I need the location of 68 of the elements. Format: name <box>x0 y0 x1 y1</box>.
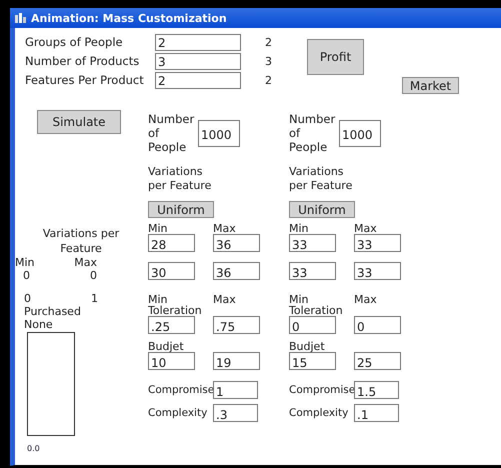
toleration-label: Toleration <box>289 305 343 316</box>
budget-label: Budjet <box>289 341 325 352</box>
purchased-value: None <box>24 318 54 331</box>
profit-button[interactable]: Profit <box>307 39 364 75</box>
toleration-min-field[interactable]: .25 <box>148 316 195 334</box>
max-label: Max <box>74 256 97 269</box>
window-title: Animation: Mass Customization <box>31 12 227 24</box>
parameter-field[interactable]: 2 <box>155 72 241 88</box>
compromise-label: Compromise <box>289 384 352 396</box>
toleration-label: Toleration <box>148 305 202 316</box>
compromise-label: Compromise <box>148 384 211 396</box>
distribution-button[interactable]: Uniform <box>148 201 214 218</box>
app-icon <box>15 13 27 23</box>
toleration-min-field[interactable]: 0 <box>289 316 336 334</box>
people-label: Number of People <box>148 112 196 154</box>
budget-label: Budjet <box>148 341 184 352</box>
parameter-reading: 2 <box>265 74 273 86</box>
max-label: Max <box>213 294 237 305</box>
market-button[interactable]: Market <box>402 77 459 94</box>
min-label: Min <box>15 256 35 269</box>
variation-max-field[interactable]: 33 <box>354 262 401 280</box>
axis-label: 0.0 <box>27 444 41 453</box>
people-field[interactable]: 1000 <box>198 120 240 146</box>
simulate-button[interactable]: Simulate <box>37 110 121 134</box>
variation-max-field[interactable]: 36 <box>213 262 260 280</box>
budget-max-field[interactable]: 25 <box>354 352 401 370</box>
parameter-label: Number of Products <box>25 54 140 68</box>
min-label: Min <box>289 223 310 234</box>
compromise-field[interactable]: 1.5 <box>354 381 399 399</box>
min-label: Min <box>148 294 168 305</box>
variation-min-field[interactable]: 33 <box>289 262 336 280</box>
budget-max-field[interactable]: 19 <box>213 352 260 370</box>
variations-label: Variations per Feature <box>148 165 212 193</box>
purchased-label: Purchased <box>24 305 82 318</box>
parameter-label: Groups of People <box>25 35 124 49</box>
variation-min-field[interactable]: 33 <box>289 234 336 252</box>
summary-heading: Variations per Feature <box>42 226 120 256</box>
complexity-field[interactable]: .3 <box>213 404 258 422</box>
max-label: Max <box>354 294 378 305</box>
variation-max-field[interactable]: 33 <box>354 234 401 252</box>
toleration-max-field[interactable]: 0 <box>354 316 401 334</box>
parameter-label: Features Per Product <box>25 73 145 87</box>
max-label: Max <box>354 223 378 234</box>
people-field[interactable]: 1000 <box>339 120 381 146</box>
max-label: Max <box>213 223 237 234</box>
people-label: Number of People <box>289 112 336 154</box>
min-value: 0 <box>23 269 30 282</box>
range-start: 0 <box>24 292 31 305</box>
min-label: Min <box>289 294 309 305</box>
variations-label: Variations per Feature <box>289 165 354 193</box>
max-value: 0 <box>90 269 97 282</box>
parameter-field[interactable]: 3 <box>155 52 241 70</box>
variation-max-field[interactable]: 36 <box>213 234 260 252</box>
variation-min-field[interactable]: 28 <box>148 234 195 252</box>
complexity-label: Complexity <box>148 407 208 419</box>
complexity-label: Complexity <box>289 407 350 419</box>
budget-min-field[interactable]: 10 <box>148 352 195 370</box>
budget-min-field[interactable]: 15 <box>289 352 336 370</box>
distribution-button[interactable]: Uniform <box>289 201 355 218</box>
parameter-reading: 3 <box>265 54 273 68</box>
min-label: Min <box>148 223 169 234</box>
complexity-field[interactable]: .1 <box>354 404 399 422</box>
variation-min-field[interactable]: 30 <box>148 262 195 280</box>
parameter-reading: 2 <box>265 36 273 48</box>
parameter-field[interactable]: 2 <box>155 34 241 50</box>
toleration-max-field[interactable]: .75 <box>213 316 260 334</box>
compromise-field[interactable]: 1 <box>213 381 258 399</box>
range-end: 1 <box>91 292 98 305</box>
